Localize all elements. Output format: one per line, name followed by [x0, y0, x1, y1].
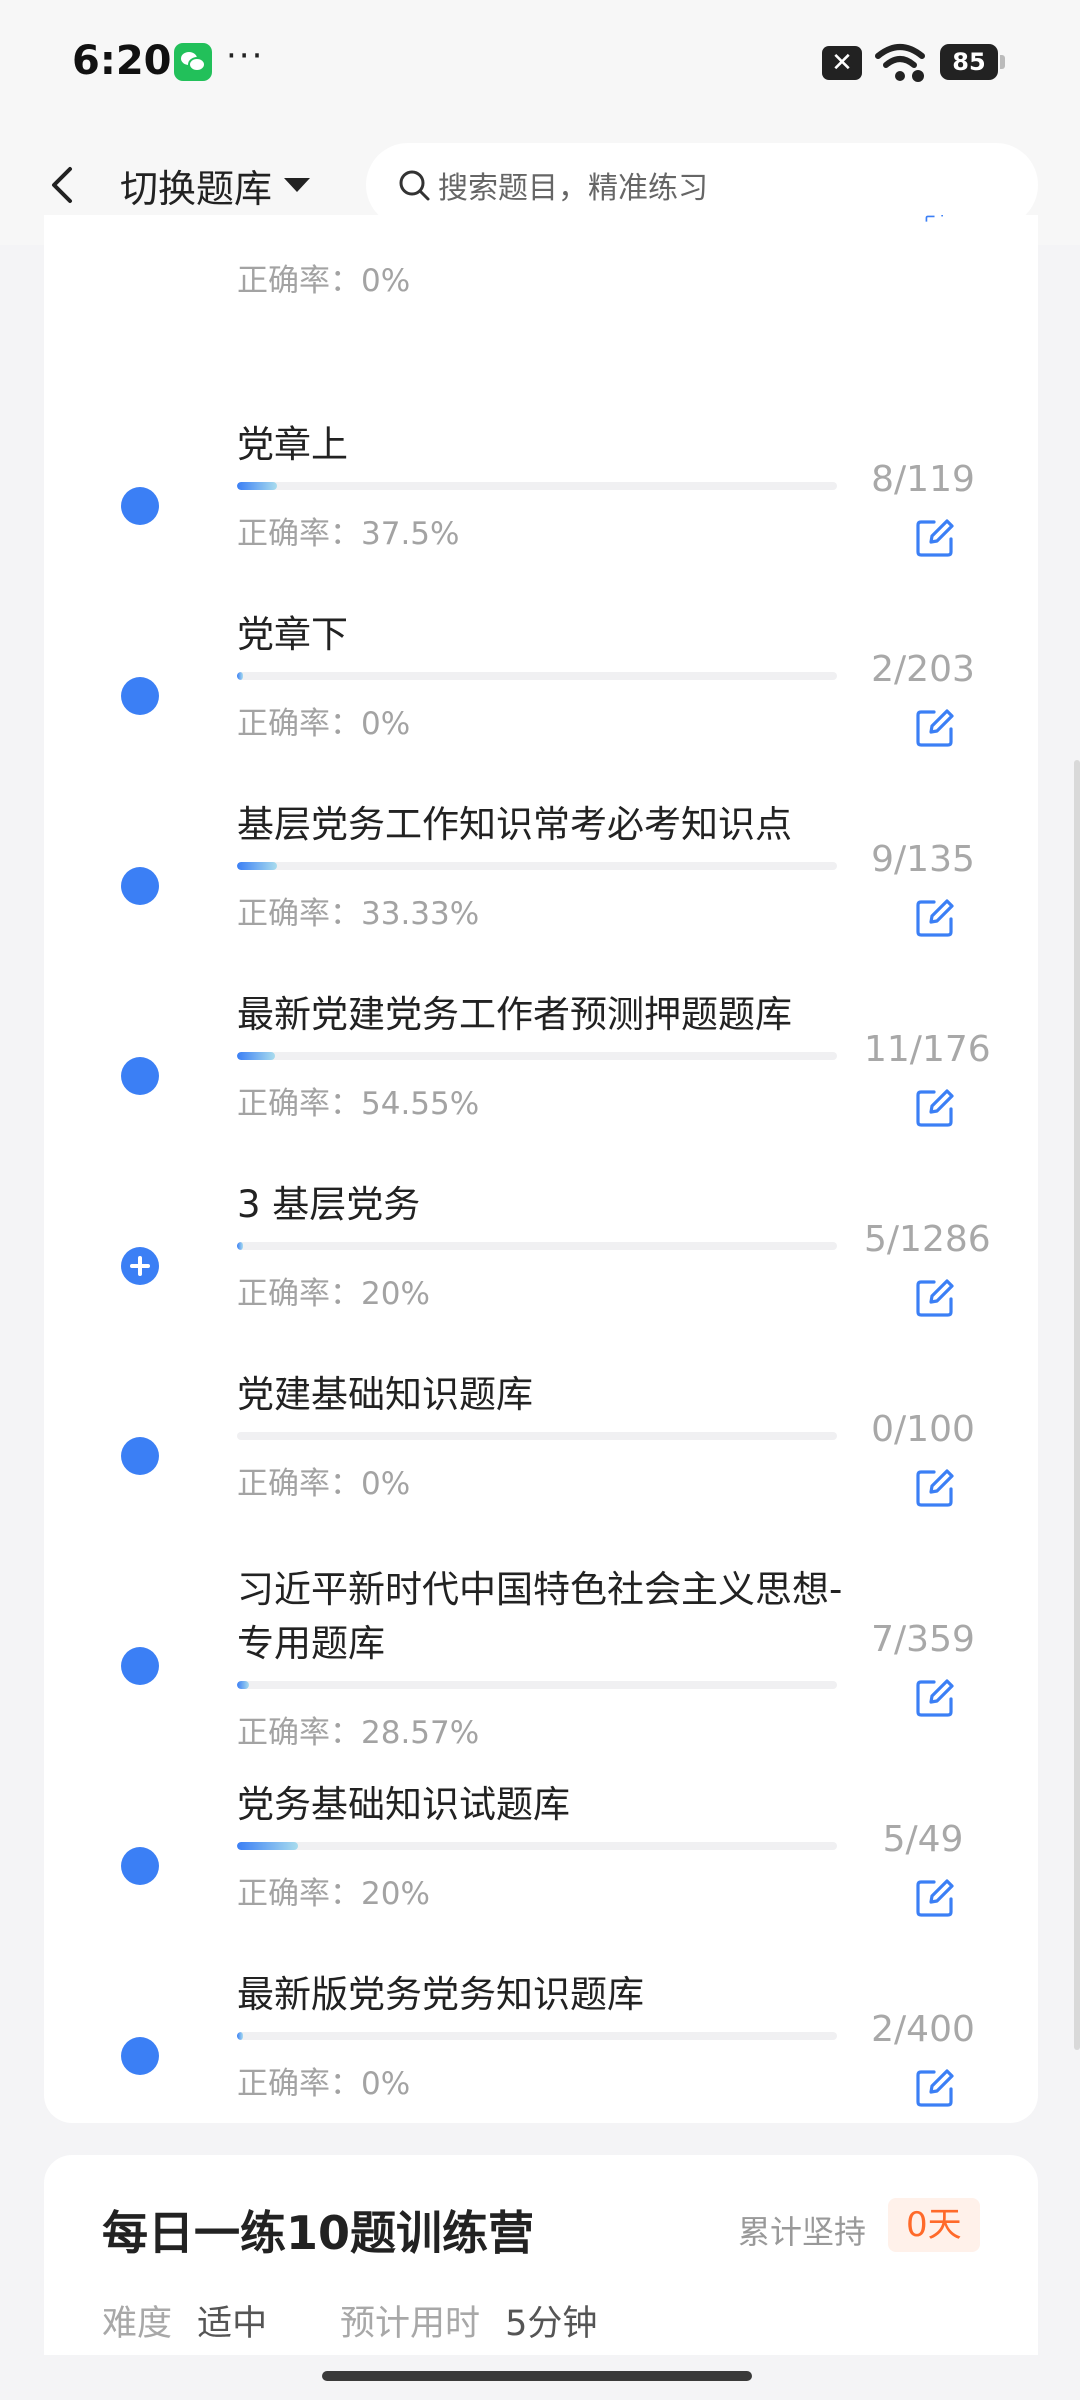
progress-bar [237, 672, 837, 680]
progress-bar-fill [237, 1681, 249, 1689]
daily-practice-card[interactable]: 每日一练10题训练营 累计坚持 0天 难度 适中 预计用时 5分钟 [44, 2155, 1038, 2355]
battery-icon: 85 [940, 44, 1005, 80]
list-item[interactable]: 3 基层党务正确率：20% 5/1286 [44, 1165, 1038, 1350]
more-notifications-icon: ··· [226, 36, 265, 76]
edit-icon[interactable] [914, 1467, 956, 1509]
progress-bar-fill [237, 1052, 275, 1060]
accuracy-text: 正确率：54.55% [237, 1086, 480, 1122]
accuracy-text: 正确率：28.57% [237, 1715, 480, 1751]
bank-title: 基层党务工作知识常考必考知识点 [237, 803, 792, 846]
progress-count: 2/400 [871, 2009, 975, 2050]
home-indicator[interactable] [322, 2371, 752, 2381]
bullet-dot-icon [121, 1437, 159, 1475]
edit-icon[interactable] [914, 1277, 956, 1319]
estimated-time-value: 5分钟 [505, 2304, 598, 2344]
edit-icon[interactable] [914, 707, 956, 749]
accuracy-text: 正确率：33.33% [237, 896, 480, 932]
edit-icon[interactable] [914, 2067, 956, 2109]
estimated-time: 预计用时 5分钟 [340, 2295, 597, 2346]
list-item[interactable]: 最新党建党务工作者预测押题题库正确率：54.55% 11/176 [44, 975, 1038, 1160]
wechat-icon [174, 43, 212, 81]
list-item[interactable]: 基层党务工作知识常考必考知识点正确率：33.33% 9/135 [44, 785, 1038, 970]
scrollbar[interactable] [1074, 760, 1080, 2050]
list-item[interactable]: 党章下正确率：0% 2/203 [44, 595, 1038, 780]
progress-bar [237, 2032, 837, 2040]
progress-count: 5/49 [882, 1819, 964, 1860]
accuracy-text: 正确率：20% [237, 1276, 430, 1312]
bullet-dot-icon [121, 677, 159, 715]
progress-bar-fill [237, 862, 278, 870]
list-item[interactable]: 党章上正确率：37.5% 8/119 [44, 405, 1038, 590]
estimated-time-label: 预计用时 [340, 2304, 481, 2344]
edit-icon[interactable] [914, 1087, 956, 1129]
edit-icon[interactable] [914, 1677, 956, 1719]
bullet-dot-icon [121, 2037, 159, 2075]
add-circle-icon[interactable] [121, 1247, 159, 1285]
progress-count: 9/135 [871, 839, 975, 880]
bullet-dot-icon [121, 1057, 159, 1095]
back-arrow-icon[interactable] [40, 161, 88, 209]
daily-practice-title: 每日一练10题训练营 [102, 2206, 535, 2260]
difficulty: 难度 适中 [102, 2295, 267, 2346]
progress-bar [237, 1432, 837, 1440]
search-placeholder: 搜索题目，精准练习 [438, 171, 708, 206]
accuracy-text: 正确率：0% [237, 706, 411, 742]
progress-count: 8/119 [871, 459, 975, 500]
progress-count: 5/1286 [864, 1219, 991, 1260]
progress-bar [237, 482, 837, 490]
bank-title: 党建基础知识题库 [237, 1373, 533, 1416]
accuracy-text: 正确率：37.5% [237, 516, 460, 552]
progress-bar-fill [237, 1242, 243, 1250]
accuracy-text: 正确率：0% [237, 2066, 411, 2102]
status-time: 6:20 [72, 38, 172, 84]
question-bank-list: 正确率：0% 党章上 正确率：37.5% 8/119 党章下 正确率：0% 2/203 基层… [44, 215, 1038, 2123]
bank-title: 最新版党务党务知识题库 [237, 1973, 644, 2016]
progress-bar [237, 1842, 837, 1850]
bank-title: 党章上 [237, 423, 348, 466]
persist-days-badge: 0天 [888, 2198, 980, 2252]
bullet-dot-icon [121, 487, 159, 525]
difficulty-value: 适中 [197, 2304, 268, 2344]
caret-down-icon [284, 178, 311, 192]
edit-icon[interactable] [914, 897, 956, 939]
progress-bar-fill [237, 482, 278, 490]
close-notification-icon: ✕ [822, 46, 862, 80]
progress-bar [237, 862, 837, 870]
bullet-dot-icon [121, 1847, 159, 1885]
progress-count: 0/100 [871, 1409, 975, 1450]
progress-bar-fill [237, 672, 243, 680]
progress-bar [237, 1681, 837, 1689]
edit-icon[interactable] [914, 215, 956, 235]
bullet-dot-icon [121, 1647, 159, 1685]
bank-title: 党章下 [237, 613, 348, 656]
edit-icon[interactable] [914, 1877, 956, 1919]
accuracy-text: 正确率：0% [237, 263, 411, 299]
wifi-icon [875, 44, 925, 82]
progress-bar-fill [237, 2032, 243, 2040]
progress-count: 7/359 [871, 1619, 975, 1660]
bullet-dot-icon [121, 867, 159, 905]
switch-library-label: 切换题库 [120, 166, 273, 211]
list-item[interactable]: 最新版党务党务知识题库正确率：0% 2/400 [44, 1955, 1038, 2140]
bank-title: 习近平新时代中国特色社会主义思想-专用题库 [237, 1568, 843, 1665]
progress-count: 2/203 [871, 649, 975, 690]
progress-count: 11/176 [864, 1029, 991, 1070]
persist-label: 累计坚持 [738, 2213, 867, 2251]
list-item[interactable]: 党务基础知识试题库正确率：20% 5/49 [44, 1765, 1038, 1950]
accuracy-text: 正确率：20% [237, 1876, 430, 1912]
edit-icon[interactable] [914, 517, 956, 559]
bank-title: 最新党建党务工作者预测押题题库 [237, 993, 792, 1036]
switch-library-dropdown[interactable]: 切换题库 [120, 155, 311, 215]
list-item[interactable]: 习近平新时代中国特色社会主义思想-专用题库正确率：28.57% 7/359 [44, 1550, 1038, 1760]
progress-bar-fill [237, 1842, 299, 1850]
search-icon [399, 170, 430, 201]
accuracy-text: 正确率：0% [237, 1466, 411, 1502]
bank-title: 3 基层党务 [237, 1183, 421, 1226]
status-bar: 6:20 ··· ✕ 85 [0, 0, 1080, 125]
progress-bar [237, 1052, 837, 1060]
bank-title: 党务基础知识试题库 [237, 1783, 570, 1826]
difficulty-label: 难度 [102, 2304, 173, 2344]
progress-bar [237, 1242, 837, 1250]
list-item[interactable]: 党建基础知识题库正确率：0% 0/100 [44, 1355, 1038, 1540]
